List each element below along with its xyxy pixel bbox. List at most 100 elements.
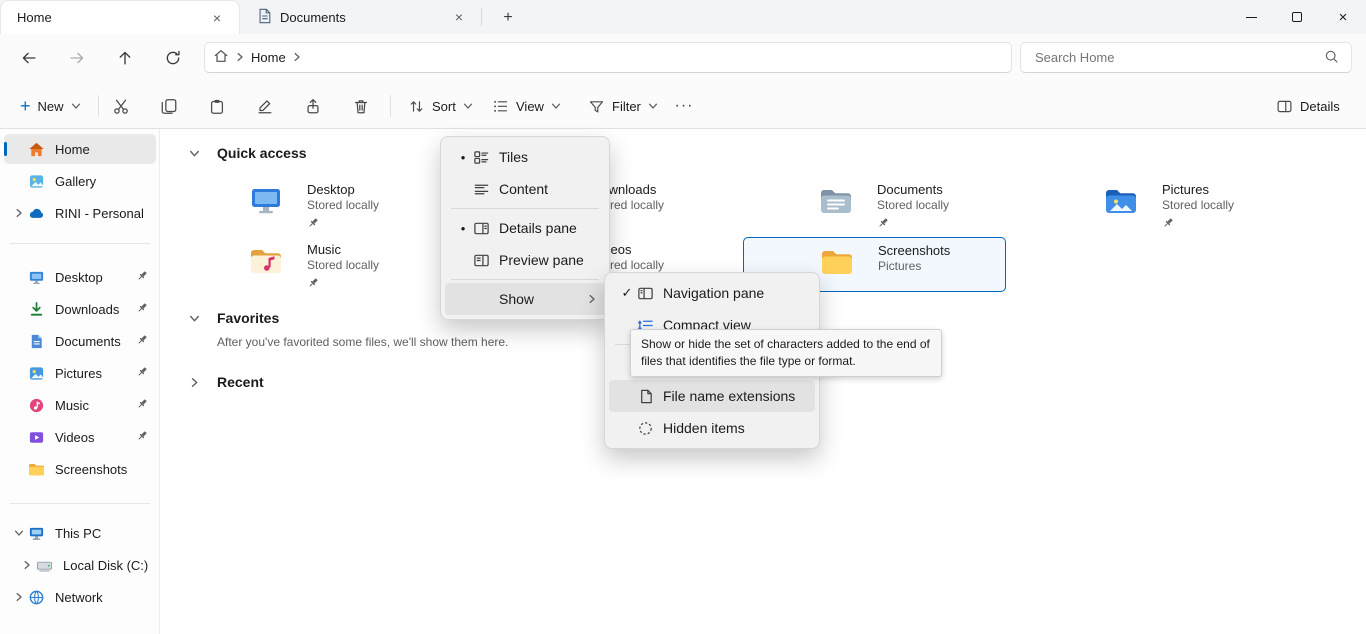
toolbar-separator — [98, 95, 99, 117]
menu-item-tiles[interactable]: • Tiles — [445, 141, 605, 173]
sidebar-item-downloads[interactable]: Downloads — [4, 294, 156, 324]
breadcrumb-chevron-icon[interactable] — [233, 50, 247, 65]
sort-icon — [408, 98, 425, 115]
chevron-right-icon — [22, 560, 32, 570]
sidebar-item-music[interactable]: Music — [4, 390, 156, 420]
desktop-icon — [28, 269, 46, 286]
documents-icon — [28, 333, 46, 350]
selected-bullet: • — [453, 221, 473, 236]
folder-icon — [28, 462, 46, 477]
more-options-button[interactable]: ··· — [664, 89, 704, 123]
favorites-collapse-chevron[interactable] — [186, 310, 202, 326]
tile-desktop[interactable]: Desktop Stored locally — [173, 177, 436, 232]
forward-button[interactable] — [60, 42, 94, 74]
sidebar-item-pictures[interactable]: Pictures — [4, 358, 156, 388]
minimize-icon — [1246, 17, 1257, 18]
local-disk-icon — [36, 557, 54, 574]
details-pane-icon — [473, 220, 499, 237]
tab-documents[interactable]: Documents × — [241, 0, 481, 34]
network-icon — [28, 589, 46, 606]
pictures-folder-icon — [1104, 186, 1138, 221]
sidebar-item-onedrive[interactable]: RINI - Personal — [4, 198, 156, 228]
delete-button[interactable] — [344, 89, 378, 123]
menu-separator — [451, 208, 599, 209]
filter-button[interactable]: Filter — [580, 89, 666, 123]
tile-name: Documents — [877, 182, 949, 198]
back-button[interactable] — [12, 42, 46, 74]
tab-home-label: Home — [17, 10, 205, 25]
sidebar-item-label: Screenshots — [55, 462, 156, 477]
sidebar-item-local-disk[interactable]: Local Disk (C:) — [4, 550, 156, 580]
trash-icon — [352, 97, 370, 116]
paste-button[interactable] — [200, 89, 234, 123]
cut-button[interactable] — [104, 89, 138, 123]
share-button[interactable] — [296, 89, 330, 123]
sidebar-item-this-pc[interactable]: This PC — [4, 518, 156, 548]
command-toolbar: + New Sort View — [0, 82, 1366, 129]
details-pane-icon — [1276, 98, 1293, 115]
quick-access-collapse-chevron[interactable] — [186, 145, 202, 161]
home-icon — [28, 141, 46, 158]
refresh-button[interactable] — [156, 42, 190, 74]
pin-icon — [307, 216, 379, 234]
menu-item-content[interactable]: Content — [445, 173, 605, 205]
chevron-down-icon — [648, 101, 658, 111]
tab-home[interactable]: Home × — [0, 0, 240, 34]
more-icon: ··· — [675, 97, 694, 115]
close-window-button[interactable]: × — [1320, 0, 1366, 34]
onedrive-cloud-icon — [28, 205, 46, 222]
tile-documents[interactable]: Documents Stored locally — [743, 177, 1006, 232]
menu-item-preview-pane[interactable]: Preview pane — [445, 244, 605, 276]
sidebar-item-network[interactable]: Network — [4, 582, 156, 612]
tab-close-icon[interactable]: × — [447, 5, 471, 29]
quick-access-header: Quick access — [217, 143, 307, 163]
tile-subtitle: Stored locally — [307, 258, 379, 273]
sort-button[interactable]: Sort — [400, 89, 481, 123]
tab-close-icon[interactable]: × — [205, 6, 229, 30]
sidebar-item-videos[interactable]: Videos — [4, 422, 156, 452]
submenu-item-file-name-extensions[interactable]: File name extensions — [609, 380, 815, 412]
menu-item-label: Preview pane — [499, 252, 597, 268]
breadcrumb-chevron-icon[interactable] — [290, 50, 304, 65]
videos-icon — [28, 429, 46, 446]
sidebar-item-documents[interactable]: Documents — [4, 326, 156, 356]
copy-button[interactable] — [152, 89, 186, 123]
search-input[interactable]: Search Home — [1020, 42, 1352, 73]
sidebar-item-desktop[interactable]: Desktop — [4, 262, 156, 292]
menu-item-details-pane[interactable]: • Details pane — [445, 212, 605, 244]
tile-pictures[interactable]: Pictures Stored locally — [1028, 177, 1291, 232]
submenu-item-hidden-items[interactable]: Hidden items — [609, 412, 815, 444]
minimize-button[interactable] — [1228, 0, 1274, 34]
recent-expand-chevron[interactable] — [186, 374, 202, 390]
pin-icon — [136, 430, 148, 445]
tile-music[interactable]: Music Stored locally — [173, 237, 436, 292]
address-bar[interactable]: Home — [204, 42, 1012, 73]
sidebar-item-home[interactable]: Home — [4, 134, 156, 164]
rename-icon — [256, 97, 274, 116]
maximize-button[interactable] — [1274, 0, 1320, 34]
submenu-item-navigation-pane[interactable]: ✓ Navigation pane — [609, 277, 815, 309]
sidebar-item-screenshots[interactable]: Screenshots — [4, 454, 156, 484]
new-button[interactable]: + New — [12, 89, 89, 123]
chevron-down-icon — [463, 101, 473, 111]
new-tab-button[interactable]: + — [497, 7, 519, 29]
sidebar-item-label: Videos — [55, 430, 136, 445]
tab-documents-label: Documents — [280, 10, 447, 25]
rename-button[interactable] — [248, 89, 282, 123]
view-dropdown-menu: • Tiles Content • Details pane Preview p… — [440, 136, 610, 320]
sidebar-item-label: Documents — [55, 334, 136, 349]
up-button[interactable] — [108, 42, 142, 74]
menu-item-show[interactable]: Show — [445, 283, 605, 315]
details-pane-button[interactable]: Details — [1268, 89, 1348, 123]
tiles-view-icon — [473, 149, 499, 166]
view-button[interactable]: View — [484, 89, 569, 123]
breadcrumb-home[interactable]: Home — [251, 50, 286, 65]
home-icon[interactable] — [213, 48, 229, 67]
search-icon[interactable] — [1324, 49, 1339, 67]
search-placeholder: Search Home — [1021, 50, 1324, 65]
favorites-header: Favorites — [217, 308, 279, 328]
sidebar-divider — [10, 503, 150, 504]
sidebar-item-gallery[interactable]: Gallery — [4, 166, 156, 196]
selected-bullet: • — [453, 150, 473, 165]
chevron-down-icon — [71, 101, 81, 111]
